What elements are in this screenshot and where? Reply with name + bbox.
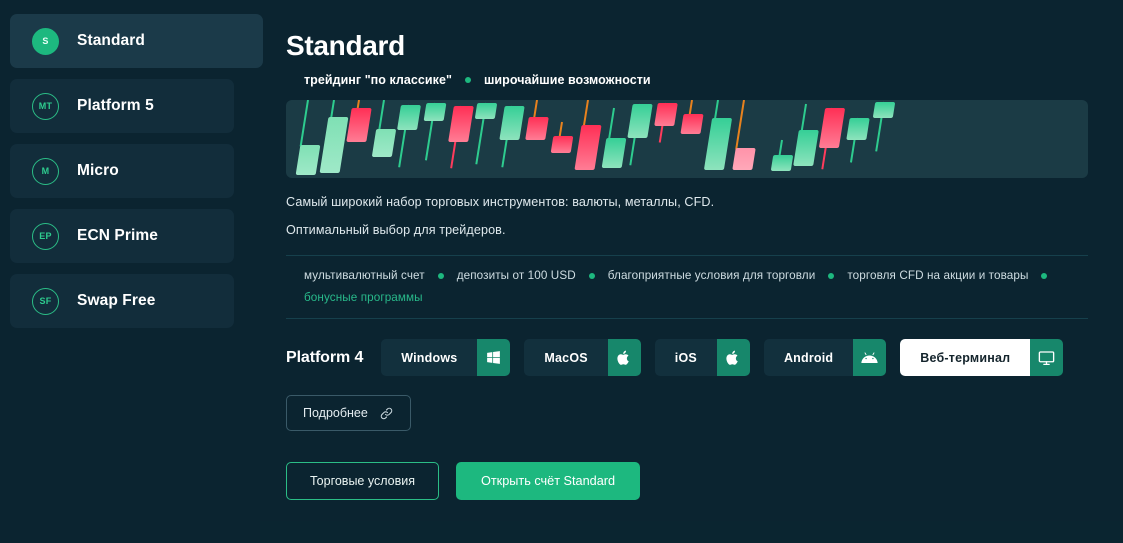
candle-body — [525, 117, 549, 140]
platform-button-windows[interactable]: Windows — [381, 339, 511, 376]
page-title: Standard — [286, 30, 405, 61]
candle-body — [574, 125, 602, 170]
sidebar-item-platform-5[interactable]: MT Platform 5 — [10, 79, 234, 133]
sidebar-item-label: Platform 5 — [77, 97, 154, 114]
candle-wick — [735, 100, 745, 150]
platform-button-label: iOS — [654, 339, 717, 376]
candle-wick — [713, 100, 719, 120]
bullet-dot-icon — [437, 272, 444, 279]
description-line-2: Оптимальный выбор для трейдеров. — [286, 223, 506, 237]
feature-item: торговля CFD на акции и товары — [847, 269, 1029, 282]
candle-body — [371, 129, 397, 157]
account-badge-icon: EP — [32, 222, 59, 250]
candle-body — [474, 103, 498, 119]
more-details-label: Подробнее — [303, 406, 368, 420]
candle-wick — [582, 100, 589, 127]
account-badge-icon: SF — [32, 287, 59, 315]
candle-body — [703, 118, 733, 170]
cta-row: Торговые условия Открыть счёт Standard — [286, 462, 1123, 500]
platform-button-ios[interactable]: iOS — [654, 339, 750, 376]
main-content: Standard трейдинг "по классике" широчайш… — [286, 0, 1123, 543]
platform-button-macos[interactable]: MacOS — [524, 339, 641, 376]
subtitle-row: трейдинг "по классике" широчайшие возмож… — [286, 73, 1123, 87]
candle-body — [818, 108, 846, 148]
candle-body — [346, 108, 372, 142]
platform-button-label: MacOS — [524, 339, 608, 376]
bullet-dot-icon — [828, 272, 835, 279]
divider-top — [286, 255, 1088, 256]
feature-list: мультивалютный счет депозиты от 100 USD бл… — [286, 269, 1088, 304]
candle-body — [319, 117, 349, 173]
sidebar-item-label: Micro — [77, 162, 119, 179]
account-badge-icon: M — [32, 157, 59, 185]
candle-wick — [299, 100, 309, 147]
bullet-dot-icon — [464, 77, 471, 83]
platform-button-android[interactable]: Android — [763, 339, 887, 376]
sidebar-item-standard[interactable]: S Standard — [10, 14, 263, 68]
bullet-dot-icon — [1041, 272, 1048, 279]
open-account-button[interactable]: Открыть счёт Standard — [456, 462, 641, 500]
bullet-dot-icon — [588, 272, 595, 279]
footer-band — [260, 521, 1123, 543]
link-icon — [380, 407, 393, 419]
candle-body — [423, 103, 447, 121]
subtitle-part-2: широчайшие возможности — [483, 73, 651, 87]
apple-icon[interactable] — [607, 339, 641, 376]
description-line-1: Самый широкий набор торговых инструменто… — [286, 195, 715, 209]
sidebar-item-label: ECN Prime — [77, 227, 159, 244]
more-details-button[interactable]: Подробнее — [286, 395, 411, 431]
feature-item: благоприятные условия для торговли — [607, 269, 816, 282]
candle-body — [846, 118, 870, 140]
platform-button-веб-терминал[interactable]: Веб-терминал — [900, 339, 1064, 376]
feature-item: бонусные программы — [304, 291, 423, 304]
platform-download-row: Platform 4 Windows MacOS iOS Android Веб-тер… — [286, 339, 1123, 376]
sidebar-item-label: Swap Free — [77, 292, 156, 309]
trading-conditions-button[interactable]: Торговые условия — [286, 462, 439, 500]
platform-button-label: Windows — [381, 339, 478, 376]
subtitle-part-1: трейдинг "по классике" — [304, 73, 452, 87]
candle-body — [770, 155, 794, 171]
platform-button-label: Веб-терминал — [900, 339, 1031, 376]
candle-body — [448, 106, 474, 142]
candle-body — [872, 102, 896, 118]
android-icon[interactable] — [853, 339, 887, 376]
apple-icon[interactable] — [716, 339, 750, 376]
candle-wick — [378, 100, 385, 131]
account-badge-icon: MT — [32, 92, 59, 120]
platform-button-label: Android — [763, 339, 854, 376]
candle-body — [627, 104, 653, 138]
sidebar-item-swap-free[interactable]: SF Swap Free — [10, 274, 234, 328]
candle-body — [680, 114, 704, 134]
windows-icon[interactable] — [477, 339, 511, 376]
candle-body — [654, 103, 678, 126]
candle-body — [295, 145, 321, 175]
account-type-page: S Standard MT Platform 5 M Micro EP ECN Prime SF… — [0, 0, 1123, 543]
candle-body — [550, 136, 574, 153]
candle-wick — [608, 107, 615, 140]
candle-body — [732, 148, 756, 170]
platform-buttons: Windows MacOS iOS Android Веб-терминал — [381, 339, 1077, 376]
account-badge-icon: S — [32, 27, 59, 55]
feature-item: депозиты от 100 USD — [456, 269, 576, 282]
candle-body — [601, 138, 627, 168]
feature-item: мультивалютный счет — [304, 269, 425, 282]
monitor-icon[interactable] — [1030, 339, 1064, 376]
divider-bottom — [286, 318, 1088, 319]
sidebar-item-micro[interactable]: M Micro — [10, 144, 234, 198]
candle-body — [793, 130, 819, 166]
sidebar-item-ecn-prime[interactable]: EP ECN Prime — [10, 209, 234, 263]
sidebar-item-label: Standard — [77, 32, 145, 49]
candle-body — [397, 105, 421, 130]
platform-label: Platform 4 — [286, 348, 364, 366]
account-type-sidebar: S Standard MT Platform 5 M Micro EP ECN Prime SF… — [0, 0, 270, 543]
candlestick-banner — [286, 100, 1088, 178]
candle-body — [499, 106, 525, 140]
